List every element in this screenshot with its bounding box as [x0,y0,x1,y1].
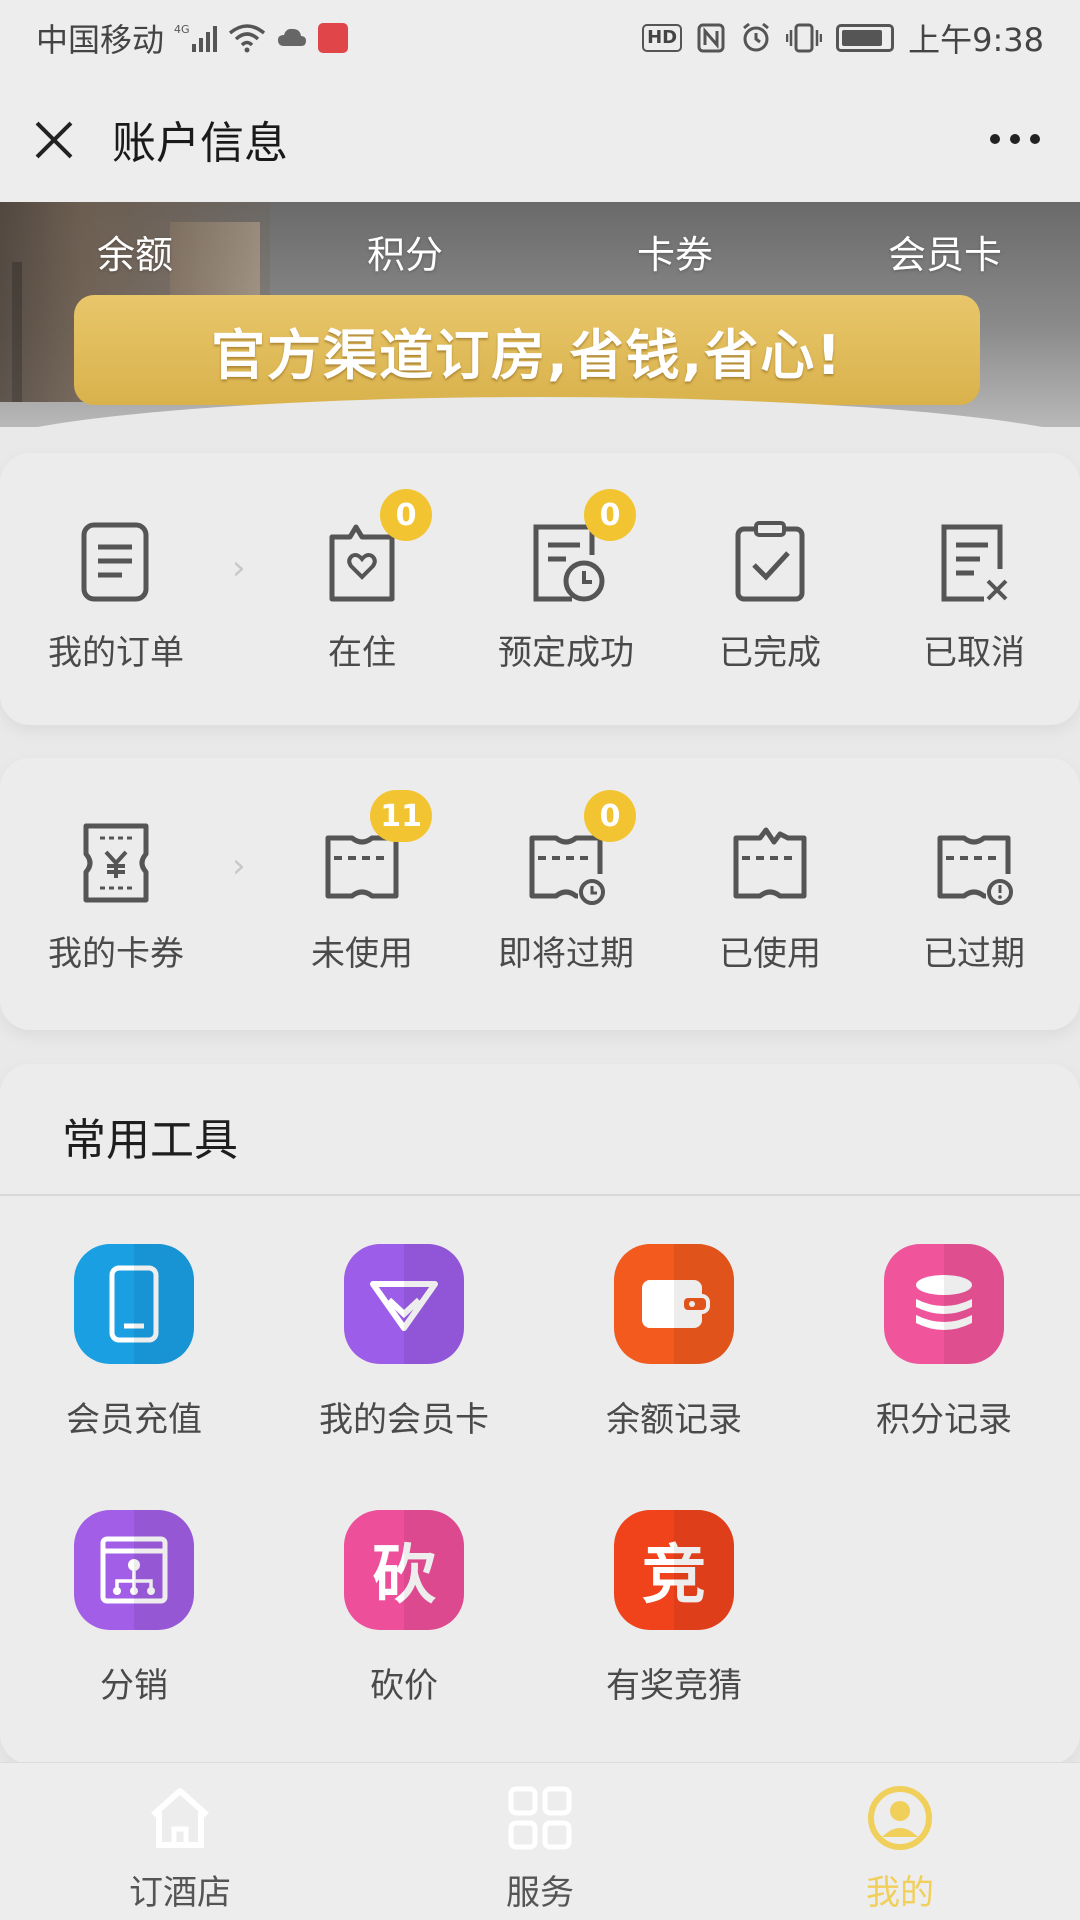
order-status-booked[interactable]: 0 预定成功 [466,489,666,674]
status-label: 已过期 [923,934,1025,974]
tab-label: 我的 [866,1873,934,1913]
tool-label: 余额记录 [606,1400,742,1440]
tools-section-title: 常用工具 [62,1115,238,1166]
status-label: 即将过期 [498,934,634,974]
coupon-status-expired[interactable]: 已过期 [874,820,1074,975]
tool-points-records[interactable]: 积分记录 [834,1244,1054,1441]
order-status-completed[interactable]: 已完成 [670,519,870,674]
phone-icon [74,1244,194,1364]
status-bar: 中国移动 4G HD 上午9:38 [0,0,1080,76]
ticket-alert-icon [934,820,1014,906]
status-label: 已完成 [719,633,821,673]
coupon-status-expiring[interactable]: 0 即将过期 [466,790,666,975]
nfc-icon [696,22,726,54]
count-badge: 0 [380,489,432,541]
booking-clock-icon: 0 [526,489,636,605]
coupon-status-used[interactable]: 已使用 [670,820,870,975]
count-badge: 0 [584,790,636,842]
my-orders-entry[interactable]: 我的订单 [16,519,216,674]
home-icon [145,1783,215,1853]
time-label: 上午9:38 [908,21,1044,59]
book-app-icon [318,23,349,53]
ticket-clock-icon: 0 [526,790,636,906]
carrier-label: 中国移动 [36,21,165,59]
promo-banner[interactable]: 官方渠道订房,省钱,省心! [74,295,980,405]
svg-text:4G: 4G [174,23,190,36]
order-status-cancelled[interactable]: 已取消 [874,519,1074,674]
clipboard-check-icon [730,519,810,605]
page-title: 账户信息 [112,118,288,169]
tool-bargain[interactable]: 砍 砍价 [294,1510,514,1707]
document-cancel-icon [934,519,1014,605]
tools-card: 常用工具 会员充值 我的会员卡 余额记录 积分记录 分销 砍 砍价 竞 有奖竞猜 [0,1064,1080,1764]
status-left: 中国移动 4G [36,15,642,61]
close-icon[interactable] [30,114,80,164]
status-label: 未使用 [311,934,413,974]
coupon-status-unused[interactable]: 11 未使用 [262,790,462,975]
tool-label: 会员充值 [66,1400,202,1440]
signal-icon: 4G [174,22,218,54]
tool-balance-records[interactable]: 余额记录 [564,1244,784,1441]
chevron-right-icon: › [232,846,246,886]
tool-label: 有奖竞猜 [606,1666,742,1706]
diamond-icon [344,1244,464,1364]
bargain-icon: 砍 [344,1510,464,1630]
torn-ticket-icon [730,820,810,906]
more-options-icon[interactable] [980,124,1050,154]
bottom-tab-bar: 订酒店 服务 我的 [0,1762,1080,1920]
status-label: 已取消 [923,633,1025,673]
tab-label: 订酒店 [129,1873,231,1913]
status-label: 预定成功 [498,633,634,673]
tab-membership-card[interactable]: 会员卡 [810,202,1080,302]
grid-icon [505,1783,575,1853]
tool-distribution[interactable]: 分销 [24,1510,244,1707]
status-right: HD 上午9:38 [642,15,1044,61]
ticket-icon: 11 [322,790,432,906]
divider [0,1194,1080,1196]
tab-book-hotel[interactable]: 订酒店 [0,1763,360,1920]
battery-icon [836,24,895,52]
tool-label: 分销 [100,1666,168,1706]
cloud-icon [276,26,308,50]
count-badge: 0 [584,489,636,541]
tab-mine[interactable]: 我的 [720,1763,1080,1920]
heart-bag-icon: 0 [322,489,432,605]
nav-bar: 账户信息 [0,76,1080,202]
vibrate-icon [786,22,823,54]
tab-points[interactable]: 积分 [270,202,540,302]
my-orders-label: 我的订单 [48,633,184,673]
tool-label: 我的会员卡 [319,1400,489,1440]
yen-ticket-icon [76,820,156,906]
order-status-in-stay[interactable]: 0 在住 [262,489,462,674]
wifi-icon [228,23,266,53]
tab-coupons[interactable]: 卡券 [540,202,810,302]
status-label: 已使用 [719,934,821,974]
my-coupons-entry[interactable]: 我的卡券 [16,820,216,975]
user-avatar-icon [865,1783,935,1853]
hd-icon: HD [642,24,683,52]
alarm-icon [740,22,772,54]
order-list-icon [76,519,156,605]
tab-services[interactable]: 服务 [360,1763,720,1920]
tool-label: 积分记录 [876,1400,1012,1440]
coin-stack-icon [884,1244,1004,1364]
my-coupons-label: 我的卡券 [48,934,184,974]
tool-label: 砍价 [370,1666,438,1706]
tool-my-membership-card[interactable]: 我的会员卡 [294,1244,514,1441]
chevron-right-icon: › [232,548,246,588]
quiz-icon: 竞 [614,1510,734,1630]
wallet-icon [614,1244,734,1364]
orders-card: 我的订单 › 0 在住 0 预定成功 已完成 已取消 [0,453,1080,725]
tool-member-recharge[interactable]: 会员充值 [24,1244,244,1441]
tab-balance[interactable]: 余额 [0,202,270,302]
account-hero: 余额 积分 卡券 会员卡 官方渠道订房,省钱,省心! [0,202,1080,427]
tool-prize-quiz[interactable]: 竞 有奖竞猜 [564,1510,784,1707]
org-tree-icon [74,1510,194,1630]
coupons-card: 我的卡券 › 11 未使用 0 即将过期 已使用 已过期 [0,758,1080,1030]
account-summary-tabs: 余额 积分 卡券 会员卡 [0,202,1080,302]
tab-label: 服务 [506,1873,574,1913]
count-badge: 11 [370,790,432,842]
status-label: 在住 [328,633,396,673]
